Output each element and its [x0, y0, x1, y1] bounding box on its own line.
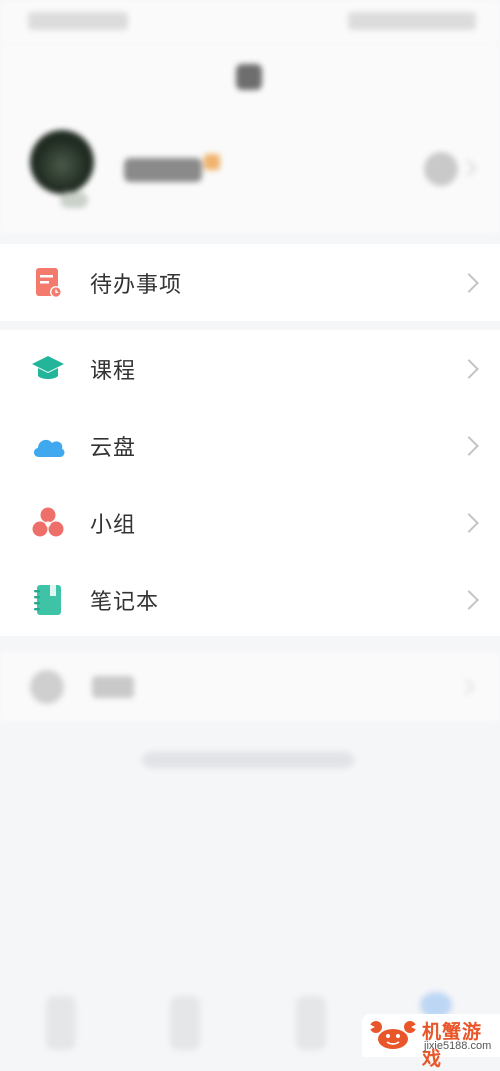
todo-doc-icon	[30, 265, 66, 301]
chevron-right-icon	[459, 272, 479, 293]
menu-item-label: 待办事项	[90, 271, 183, 297]
menu-item-label: 小组	[90, 511, 137, 537]
menu-item-cloud-drive[interactable]: 云盘	[0, 407, 500, 484]
graduation-cap-icon	[30, 351, 66, 387]
avatar-badge	[60, 192, 88, 208]
menu-item-settings[interactable]	[0, 652, 500, 722]
vip-badge-icon	[204, 154, 220, 170]
menu-item-course[interactable]: 课程	[0, 330, 500, 407]
profile-header	[0, 44, 500, 234]
avatar[interactable]	[30, 130, 94, 194]
chevron-right-icon	[459, 358, 479, 379]
status-bar-time	[28, 12, 128, 30]
status-bar-indicators	[348, 12, 476, 30]
menu-item-notebook[interactable]: 笔记本	[0, 561, 500, 638]
status-bar	[0, 0, 500, 44]
menu-item-group[interactable]: 小组	[0, 484, 500, 561]
main-menu-card: 课程 云盘 小组 笔记本	[0, 330, 500, 636]
menu-item-label: 课程	[90, 357, 137, 383]
cloud-icon	[30, 428, 66, 464]
site-watermark: 机蟹游戏 jixie5188.com	[362, 1014, 500, 1070]
tab-home[interactable]	[46, 996, 76, 1050]
chevron-right-icon	[459, 435, 479, 456]
chevron-right-icon	[459, 159, 477, 177]
menu-item-label: 云盘	[90, 434, 137, 460]
user-name	[124, 158, 202, 182]
notebook-icon	[30, 582, 66, 618]
footer-info	[142, 752, 354, 768]
watermark-url: jixie5188.com	[424, 1040, 492, 1052]
settings-icon	[30, 670, 64, 704]
scan-icon[interactable]	[236, 64, 262, 90]
qrcode-icon[interactable]	[424, 152, 458, 186]
menu-item-todo[interactable]: 待办事项	[0, 244, 500, 321]
chevron-right-icon	[457, 678, 475, 696]
tab-notes[interactable]	[296, 996, 326, 1050]
crab-logo-icon	[366, 1018, 420, 1052]
tab-message[interactable]	[170, 996, 200, 1050]
todo-card: 待办事项	[0, 244, 500, 321]
chevron-right-icon	[459, 589, 479, 610]
menu-item-label: 笔记本	[90, 588, 160, 614]
group-circles-icon	[30, 505, 66, 541]
chevron-right-icon	[459, 512, 479, 533]
settings-label	[92, 676, 134, 698]
